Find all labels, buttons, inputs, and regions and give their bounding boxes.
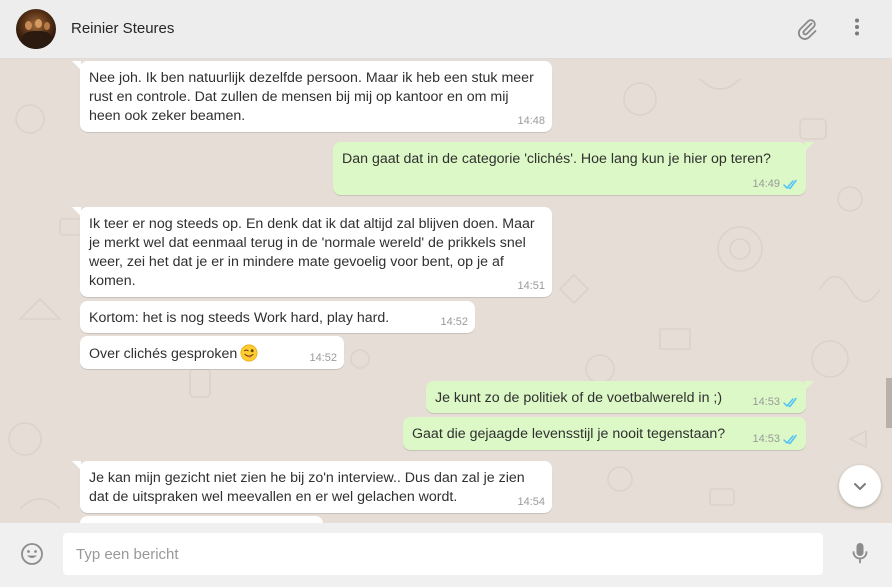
message-time: 14:51 <box>517 280 545 292</box>
message-meta: 14:53 <box>752 432 799 446</box>
message-time: 14:53 <box>752 433 780 445</box>
message-time: 14:49 <box>752 178 780 190</box>
message-text: Dan gaat dat in de categorie 'clichés'. … <box>342 151 771 167</box>
message-outgoing[interactable]: Gaat die gejaagde levensstijl je nooit t… <box>403 417 806 450</box>
message-meta: 14:54 <box>517 495 545 509</box>
contact-name[interactable]: Reinier Steures <box>71 19 174 39</box>
double-check-read-icon <box>783 179 799 190</box>
message-text: Gaat die gejaagde levensstijl je nooit t… <box>412 426 726 442</box>
double-check-read-icon <box>783 397 799 408</box>
scrollbar-thumb[interactable] <box>886 378 892 428</box>
message-list[interactable]: Nee joh. Ik ben natuurlijk dezelfde pers… <box>0 59 892 523</box>
message-time: 14:53 <box>752 396 780 408</box>
message-incoming[interactable]: Je kan mijn gezicht niet zien he bij zo'… <box>72 461 552 513</box>
message-meta: 14:49 <box>752 177 799 191</box>
message-text: Over clichés gesproken <box>89 346 238 362</box>
winking-face-tongue-emoji <box>240 344 258 362</box>
message-text: Ik teer er nog steeds op. En denk dat ik… <box>89 216 535 289</box>
message-text: Kortom: het is nog steeds Work hard, pla… <box>89 310 390 326</box>
message-incoming[interactable]: Over clichés gesproken 14:52 <box>80 336 344 369</box>
message-incoming-partial[interactable] <box>80 516 323 523</box>
scroll-to-bottom-button[interactable] <box>839 465 881 507</box>
message-meta: 14:51 <box>517 279 545 293</box>
message-time: 14:52 <box>309 352 337 364</box>
chat-header: Reinier Steures <box>0 0 892 59</box>
message-incoming[interactable]: Nee joh. Ik ben natuurlijk dezelfde pers… <box>72 61 552 132</box>
message-text: Je kunt zo de politiek of de voetbalwere… <box>435 390 723 406</box>
message-meta: 14:52 <box>440 315 468 329</box>
more-vertical-icon[interactable] <box>843 13 871 41</box>
message-outgoing[interactable]: Dan gaat dat in de categorie 'clichés'. … <box>333 142 814 195</box>
message-time: 14:48 <box>517 115 545 127</box>
avatar[interactable] <box>16 9 56 49</box>
message-meta: 14:48 <box>517 114 545 128</box>
smiley-icon[interactable] <box>18 540 46 568</box>
message-time: 14:54 <box>517 496 545 508</box>
paperclip-icon[interactable] <box>793 15 821 43</box>
message-time: 14:52 <box>440 316 468 328</box>
message-incoming[interactable]: Kortom: het is nog steeds Work hard, pla… <box>80 301 475 333</box>
message-text: Nee joh. Ik ben natuurlijk dezelfde pers… <box>89 70 534 124</box>
double-check-read-icon <box>783 434 799 445</box>
message-meta: 14:53 <box>752 395 799 409</box>
chevron-down-icon <box>854 483 866 490</box>
message-incoming[interactable]: Ik teer er nog steeds op. En denk dat ik… <box>72 207 552 297</box>
message-meta: 14:52 <box>309 351 337 365</box>
composer-bar <box>0 523 892 587</box>
message-text-row: Over clichés gesproken <box>89 344 335 364</box>
message-text: Je kan mijn gezicht niet zien he bij zo'… <box>89 470 525 505</box>
message-outgoing[interactable]: Je kunt zo de politiek of de voetbalwere… <box>426 381 814 413</box>
message-input[interactable] <box>63 533 823 575</box>
microphone-icon[interactable] <box>846 539 874 567</box>
